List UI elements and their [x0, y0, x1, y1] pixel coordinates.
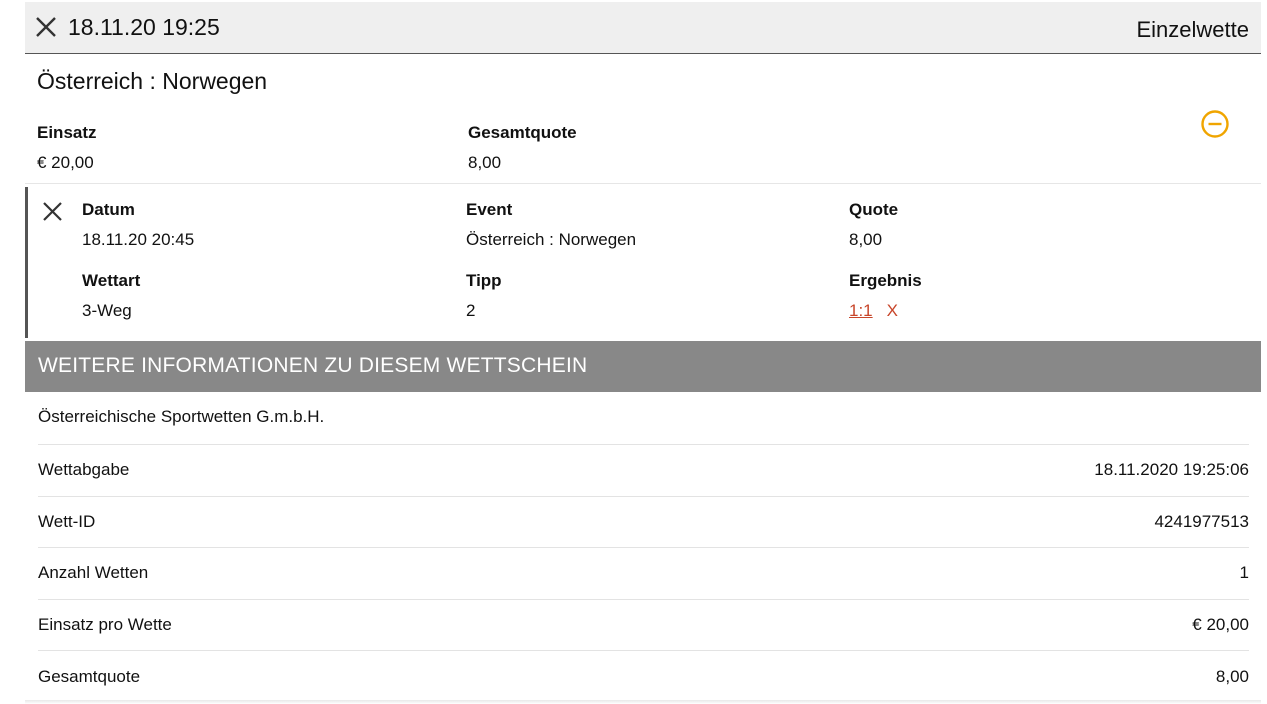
- info-row-anzahl-wetten: Anzahl Wetten 1: [38, 547, 1249, 599]
- slip-timestamp: 18.11.20 19:25: [68, 14, 220, 40]
- info-row-label: Wettabgabe: [38, 460, 130, 480]
- result-status-lost: X: [886, 301, 898, 320]
- info-row-label: Gesamtquote: [38, 666, 141, 686]
- info-row-label: Wett-ID: [38, 511, 96, 531]
- info-section-header: WEITERE INFORMATIONEN ZU DIESEM WETTSCHE…: [25, 341, 1261, 392]
- collapse-minus-icon[interactable]: [1200, 109, 1230, 139]
- info-table: Wettabgabe 18.11.2020 19:25:06 Wett-ID 4…: [38, 444, 1249, 702]
- remove-bet-icon[interactable]: [42, 201, 63, 222]
- odds-value: 8,00: [849, 230, 883, 249]
- date-value: 18.11.20 20:45: [82, 230, 195, 249]
- info-row-wett-id: Wett-ID 4241977513: [38, 495, 1249, 548]
- stake-block: Einsatz € 20,00: [37, 123, 97, 173]
- tip-label: Tipp: [466, 271, 502, 290]
- result-label: Ergebnis: [849, 271, 922, 290]
- info-row-value: € 20,00: [1192, 615, 1249, 635]
- result-value-row: 1:1 X: [849, 301, 922, 321]
- info-row-value: 4241977513: [1154, 511, 1249, 531]
- total-odds-label: Gesamtquote: [468, 123, 577, 142]
- odds-cell: Quote 8,00: [849, 200, 898, 250]
- bet-type-cell: Wettart 3-Weg: [82, 271, 140, 321]
- info-row-einsatz-pro-wette: Einsatz pro Wette € 20,00: [38, 598, 1249, 651]
- event-cell: Event Österreich : Norwegen: [466, 200, 636, 250]
- info-row-value: 8,00: [1215, 666, 1249, 686]
- close-icon[interactable]: [35, 16, 57, 38]
- event-value: Österreich : Norwegen: [466, 230, 637, 249]
- result-cell: Ergebnis 1:1 X: [849, 271, 922, 321]
- tip-value: 2: [466, 301, 476, 320]
- bet-slip-header: 18.11.20 19:25 Einzelwette: [25, 2, 1261, 54]
- stake-value: € 20,00: [37, 153, 94, 172]
- info-section-title: WEITERE INFORMATIONEN ZU DIESEM WETTSCHE…: [38, 354, 588, 377]
- match-title: Österreich : Norwegen: [37, 68, 268, 94]
- info-row-gesamtquote: Gesamtquote 8,00: [38, 650, 1249, 702]
- bottom-edge: [25, 700, 1261, 704]
- bet-type-value: 3-Weg: [82, 301, 132, 320]
- info-row-value: 18.11.2020 19:25:06: [1094, 460, 1249, 480]
- stake-label: Einsatz: [37, 123, 97, 142]
- company-name: Österreichische Sportwetten G.m.b.H.: [38, 407, 325, 426]
- date-label: Datum: [82, 200, 135, 219]
- odds-label: Quote: [849, 200, 899, 219]
- result-score-link[interactable]: 1:1: [849, 301, 873, 320]
- total-odds-value: 8,00: [468, 153, 502, 172]
- date-cell: Datum 18.11.20 20:45: [82, 200, 194, 250]
- info-row-value: 1: [1239, 563, 1249, 583]
- event-label: Event: [466, 200, 513, 219]
- bet-detail-row: Datum 18.11.20 20:45 Event Österreich : …: [25, 187, 1261, 338]
- bet-type-label: Wettart: [82, 271, 141, 290]
- info-row-label: Einsatz pro Wette: [38, 615, 172, 635]
- info-row-label: Anzahl Wetten: [38, 563, 149, 583]
- info-row-wettabgabe: Wettabgabe 18.11.2020 19:25:06: [38, 444, 1249, 496]
- divider: [25, 183, 1261, 184]
- bet-type-title: Einzelwette: [1136, 17, 1249, 42]
- tip-cell: Tipp 2: [466, 271, 502, 321]
- total-odds-block: Gesamtquote 8,00: [468, 123, 577, 173]
